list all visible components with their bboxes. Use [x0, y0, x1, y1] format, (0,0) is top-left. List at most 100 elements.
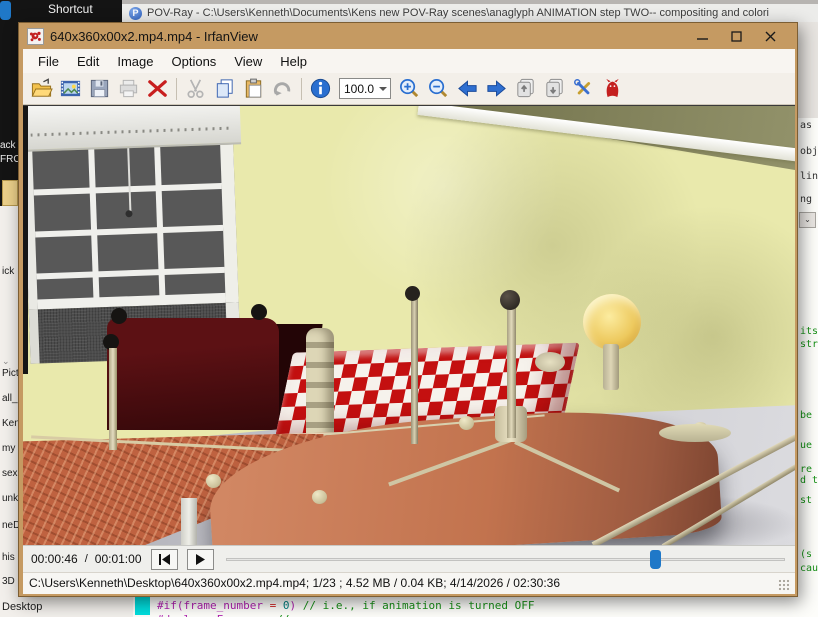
- statusbar: C:\Users\Kenneth\Desktop\640x360x00x2.mp…: [23, 572, 795, 594]
- previous-file-icon[interactable]: [453, 75, 482, 102]
- code-fragment: obj: [800, 146, 818, 157]
- info-icon[interactable]: [306, 75, 335, 102]
- code-fragment: str: [800, 339, 818, 350]
- sidebar-item[interactable]: Pict: [2, 368, 19, 379]
- desktop-thumbnail-image[interactable]: [0, 1, 11, 20]
- scene-left-edge: [23, 106, 28, 374]
- plate: [659, 424, 731, 442]
- dropdown-arrow-icon[interactable]: ⌄: [799, 212, 816, 228]
- save-icon[interactable]: [85, 75, 114, 102]
- code-fragment: be: [800, 410, 812, 421]
- table-peg: [459, 416, 474, 430]
- sidebar-item[interactable]: ick: [2, 266, 14, 277]
- code-fragment: line: [800, 171, 818, 182]
- yellow-flowers: [583, 294, 641, 350]
- elapsed-time: 00:00:46: [31, 552, 78, 566]
- sidebar-item-desktop[interactable]: Desktop: [2, 601, 42, 613]
- undo-icon[interactable]: [268, 75, 297, 102]
- zoom-out-icon[interactable]: [424, 75, 453, 102]
- paste-icon[interactable]: [239, 75, 268, 102]
- menu-view[interactable]: View: [225, 52, 271, 71]
- open-icon[interactable]: [27, 75, 56, 102]
- code-fragment: (s: [800, 549, 812, 560]
- copy-icon[interactable]: [210, 75, 239, 102]
- code-token: =: [270, 599, 283, 612]
- menu-image[interactable]: Image: [108, 52, 162, 71]
- window-title: 640x360x00x2.mp4.mp4 - IrfanView: [50, 29, 258, 44]
- desktop-left-black: [0, 22, 18, 206]
- print-icon[interactable]: [114, 75, 143, 102]
- delete-icon[interactable]: [143, 75, 172, 102]
- code-token: #declare Frame...: [157, 613, 276, 617]
- about-irfanview-icon[interactable]: [598, 75, 627, 102]
- table-leg: [181, 498, 197, 545]
- toolbar-separator: [176, 78, 177, 100]
- menu-edit[interactable]: Edit: [68, 52, 108, 71]
- sidebar-item[interactable]: sex: [2, 468, 18, 479]
- slideshow-icon[interactable]: [56, 75, 85, 102]
- povray-window-titlebar[interactable]: P POV-Ray - C:\Users\Kenneth\Documents\K…: [122, 0, 818, 22]
- code-fragment: st: [800, 495, 812, 506]
- code-fragment: cau: [800, 563, 818, 574]
- resize-grip[interactable]: [778, 579, 791, 591]
- code-line-clipped: #declare Frame... // ...: [157, 613, 316, 617]
- pole-ball: [405, 286, 420, 301]
- menu-options[interactable]: Options: [163, 52, 226, 71]
- skip-to-start-button[interactable]: [151, 549, 178, 570]
- code-fragment: ue: [800, 440, 812, 451]
- povray-icon: P: [129, 7, 142, 20]
- combo-arrow-icon: [379, 87, 387, 91]
- code-token: // i.e., if animation is turned OFF: [296, 599, 534, 612]
- zoom-in-icon[interactable]: [395, 75, 424, 102]
- code-fragment: as: [800, 120, 812, 131]
- center-pole: [507, 302, 516, 438]
- irfanview-app-icon: [27, 28, 44, 45]
- povray-window-title: POV-Ray - C:\Users\Kenneth\Documents\Ken…: [147, 7, 769, 19]
- minimize-button[interactable]: [685, 25, 719, 47]
- code-token: #if(frame_number: [157, 599, 270, 612]
- sofa-finial: [251, 304, 267, 320]
- desktop-icon-label-fragment: ack: [0, 140, 16, 151]
- screen: Shortcut P POV-Ray - C:\Users\Kenneth\Do…: [0, 0, 818, 617]
- maximize-button[interactable]: [719, 25, 753, 47]
- folder-icon[interactable]: [2, 180, 18, 206]
- irfanview-window: 640x360x00x2.mp4.mp4 - IrfanView File Ed…: [18, 22, 798, 597]
- play-button[interactable]: [187, 549, 214, 570]
- zoom-value: 100.0: [344, 82, 374, 96]
- slider-track[interactable]: [226, 558, 786, 561]
- seek-slider[interactable]: [226, 549, 786, 570]
- pole-ball: [500, 290, 520, 310]
- settings-icon[interactable]: [569, 75, 598, 102]
- status-text: C:\Users\Kenneth\Desktop\640x360x00x2.mp…: [29, 576, 560, 590]
- close-button[interactable]: [753, 25, 787, 47]
- sidebar-item[interactable]: unk: [2, 493, 18, 504]
- code-fragment: d t: [800, 475, 818, 486]
- desktop-icon-label[interactable]: Shortcut: [48, 2, 93, 16]
- zoom-combobox[interactable]: 100.0: [339, 78, 391, 99]
- playback-bar: 00:00:46 / 00:01:00: [23, 545, 795, 572]
- irfanview-titlebar[interactable]: 640x360x00x2.mp4.mp4 - IrfanView: [19, 23, 797, 49]
- time-separator: /: [85, 553, 88, 565]
- thin-pole: [411, 298, 418, 444]
- next-file-icon[interactable]: [482, 75, 511, 102]
- video-display-area[interactable]: [23, 105, 795, 545]
- code-token: // ...: [276, 613, 316, 617]
- sofa-finial: [111, 308, 127, 324]
- last-page-icon[interactable]: [540, 75, 569, 102]
- menubar: File Edit Image Options View Help: [23, 49, 795, 73]
- code-line: #if(frame_number = 0) // i.e., if animat…: [157, 599, 535, 612]
- menu-help[interactable]: Help: [271, 52, 316, 71]
- table-peg: [312, 490, 327, 504]
- cut-icon[interactable]: [181, 75, 210, 102]
- chevron-down-icon[interactable]: ⌄: [2, 356, 10, 367]
- menu-file[interactable]: File: [29, 52, 68, 71]
- first-page-icon[interactable]: [511, 75, 540, 102]
- slider-thumb[interactable]: [650, 550, 661, 569]
- povray-toolbar-edge: [798, 22, 818, 118]
- code-fragment: ng s: [800, 194, 818, 205]
- sidebar-item[interactable]: my: [2, 443, 15, 454]
- cup: [535, 352, 565, 372]
- povray-editor-bottom[interactable]: #if(frame_number = 0) // i.e., if animat…: [133, 595, 818, 617]
- table-peg: [206, 474, 221, 488]
- vase: [603, 344, 619, 390]
